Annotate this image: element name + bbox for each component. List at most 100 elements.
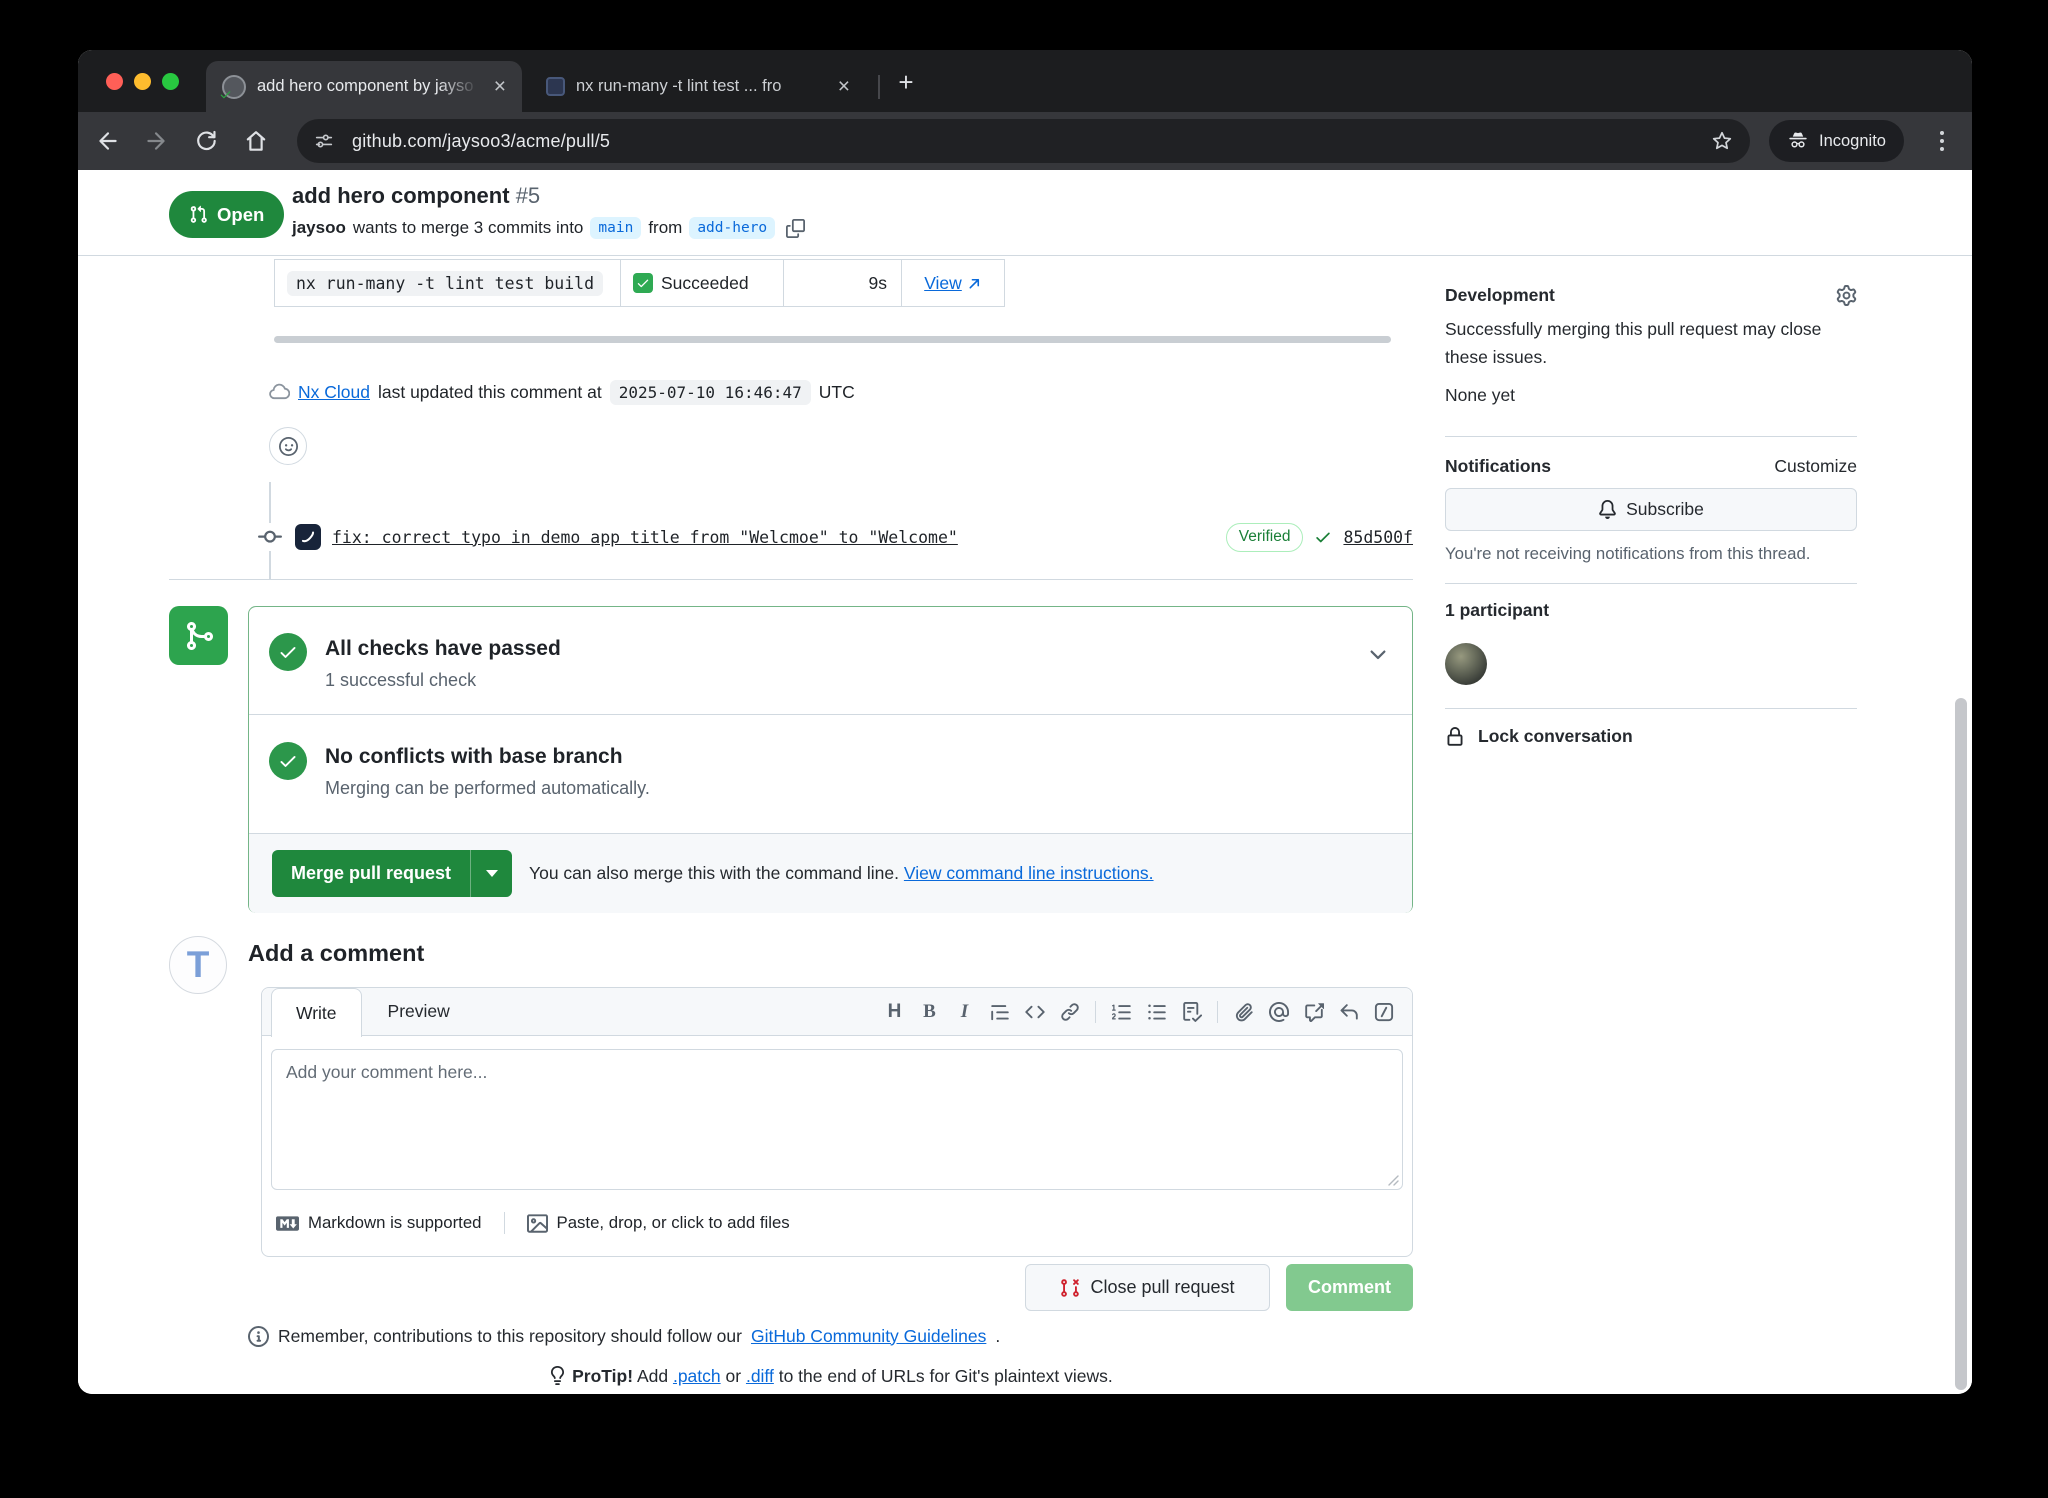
diff-link[interactable]: .diff	[746, 1366, 774, 1386]
timestamp: 2025-07-10 16:46:47	[610, 380, 811, 405]
light-bulb-icon	[548, 1366, 567, 1385]
tab-preview[interactable]: Preview	[362, 988, 476, 1035]
page-content: Open add hero component #5 jaysoo wants …	[78, 170, 1972, 1394]
commit-sha-link[interactable]: 85d500f	[1343, 528, 1413, 547]
check-duration-cell: 9s	[784, 260, 902, 306]
window-controls	[106, 73, 179, 90]
incognito-icon	[1787, 130, 1809, 152]
check-view-link[interactable]: View	[902, 260, 1004, 306]
nx-cloud-link[interactable]: Nx Cloud	[298, 382, 370, 403]
close-pull-request-button[interactable]: Close pull request	[1025, 1264, 1270, 1311]
italic-icon[interactable]: I	[948, 995, 981, 1028]
cli-instructions-link[interactable]: View command line instructions.	[904, 863, 1154, 883]
numbered-list-icon[interactable]	[1105, 995, 1138, 1028]
participant-avatar[interactable]	[1445, 643, 1487, 685]
pr-author[interactable]: jaysoo	[292, 218, 346, 238]
horizontal-scrollbar[interactable]	[274, 336, 1391, 343]
pull-request-closed-icon	[1060, 1278, 1080, 1298]
tab-pull-request[interactable]: add hero component by jayso ×	[206, 61, 522, 112]
tab-title: add hero component by jayso	[257, 77, 483, 96]
close-window-button[interactable]	[106, 73, 123, 90]
heading-icon[interactable]: H	[878, 995, 911, 1028]
forward-icon[interactable]	[143, 128, 169, 154]
checks-subtitle: 1 successful check	[325, 670, 476, 691]
commit-row: fix: correct typo in demo app title from…	[256, 522, 1413, 552]
task-list-icon[interactable]	[1175, 995, 1208, 1028]
site-settings-icon[interactable]	[313, 130, 335, 152]
chevron-down-icon[interactable]	[1366, 643, 1390, 667]
saved-replies-icon[interactable]	[1332, 995, 1365, 1028]
copy-icon[interactable]	[786, 219, 805, 238]
mention-icon[interactable]	[1262, 995, 1295, 1028]
current-user-avatar: T	[169, 936, 227, 994]
markdown-icon	[276, 1212, 299, 1235]
bookmark-star-icon[interactable]	[1710, 129, 1734, 153]
markdown-supported-note[interactable]: Markdown is supported	[276, 1212, 482, 1235]
head-branch-label[interactable]: add-hero	[689, 217, 775, 239]
verified-badge[interactable]: Verified	[1226, 523, 1304, 552]
development-text: Successfully merging this pull request m…	[1445, 316, 1857, 371]
participants-title: 1 participant	[1445, 600, 1549, 621]
notifications-section-header: Notifications Customize	[1445, 453, 1857, 479]
back-icon[interactable]	[95, 128, 121, 154]
check-status: Succeeded	[661, 273, 749, 294]
paste-drop-note[interactable]: Paste, drop, or click to add files	[527, 1213, 790, 1234]
formatting-toolbar: H B I	[878, 995, 1412, 1028]
cloud-icon	[268, 381, 290, 403]
comment-editor: Write Preview H B I	[261, 987, 1413, 1257]
subscribe-button[interactable]: Subscribe	[1445, 488, 1857, 531]
maximize-window-button[interactable]	[162, 73, 179, 90]
merge-status-icon-box	[169, 606, 228, 665]
customize-link[interactable]: Customize	[1774, 456, 1857, 477]
comment-submit-button[interactable]: Comment	[1286, 1264, 1413, 1311]
commit-author-avatar[interactable]	[295, 524, 321, 550]
lock-conversation-button[interactable]: Lock conversation	[1445, 726, 1633, 747]
check-name-cell: nx run-many -t lint test build	[275, 260, 621, 306]
merge-options-dropdown[interactable]	[470, 850, 512, 897]
check-name: nx run-many -t lint test build	[287, 271, 603, 296]
checks-table: nx run-many -t lint test build Succeeded…	[274, 259, 1005, 307]
conflicts-title: No conflicts with base branch	[325, 745, 623, 769]
new-tab-button[interactable]: +	[890, 66, 922, 98]
commit-message-link[interactable]: fix: correct typo in demo app title from…	[332, 528, 1215, 547]
incognito-label: Incognito	[1819, 132, 1886, 151]
bold-icon[interactable]: B	[913, 995, 946, 1028]
community-guidelines-link[interactable]: GitHub Community Guidelines	[751, 1326, 986, 1347]
no-conflicts-icon	[269, 742, 307, 780]
commit-check-icon	[1314, 528, 1332, 546]
url-text: github.com/jaysoo3/acme/pull/5	[352, 131, 610, 152]
incognito-badge: Incognito	[1769, 120, 1904, 162]
base-branch-label[interactable]: main	[590, 217, 641, 239]
browser-menu-icon[interactable]	[1930, 129, 1954, 153]
github-favicon	[222, 75, 246, 99]
minimize-window-button[interactable]	[134, 73, 151, 90]
slash-commands-icon[interactable]	[1367, 995, 1400, 1028]
patch-link[interactable]: .patch	[673, 1366, 721, 1386]
add-reaction-button[interactable]	[269, 427, 307, 465]
link-icon[interactable]	[1053, 995, 1086, 1028]
toolbar-separator	[1217, 1001, 1218, 1023]
address-bar[interactable]: github.com/jaysoo3/acme/pull/5	[297, 119, 1750, 163]
comment-input[interactable]	[271, 1049, 1403, 1190]
comment-editor-footer: Markdown is supported Paste, drop, or cl…	[276, 1202, 790, 1244]
checks-section[interactable]: All checks have passed 1 successful chec…	[249, 607, 1412, 714]
add-comment-heading: Add a comment	[248, 940, 424, 967]
resize-grip[interactable]	[1386, 1173, 1400, 1187]
external-arrow-icon	[967, 276, 982, 291]
code-icon[interactable]	[1018, 995, 1051, 1028]
vertical-scrollbar[interactable]	[1955, 698, 1967, 1390]
tab-close-icon[interactable]: ×	[494, 76, 506, 97]
bullet-list-icon[interactable]	[1140, 995, 1173, 1028]
home-icon[interactable]	[243, 128, 269, 154]
protip-note: ProTip! Add .patch or .diff to the end o…	[248, 1366, 1413, 1387]
tab-close-icon[interactable]: ×	[838, 76, 850, 97]
quote-icon[interactable]	[983, 995, 1016, 1028]
merge-pull-request-button[interactable]: Merge pull request	[272, 850, 470, 897]
reload-icon[interactable]	[193, 128, 219, 154]
cross-reference-icon[interactable]	[1297, 995, 1330, 1028]
participants-section-header: 1 participant	[1445, 598, 1857, 622]
attach-file-icon[interactable]	[1227, 995, 1260, 1028]
tab-nx-run[interactable]: nx run-many -t lint test ... fro ×	[530, 61, 866, 112]
tab-write[interactable]: Write	[271, 988, 362, 1037]
gear-icon[interactable]	[1836, 285, 1857, 306]
